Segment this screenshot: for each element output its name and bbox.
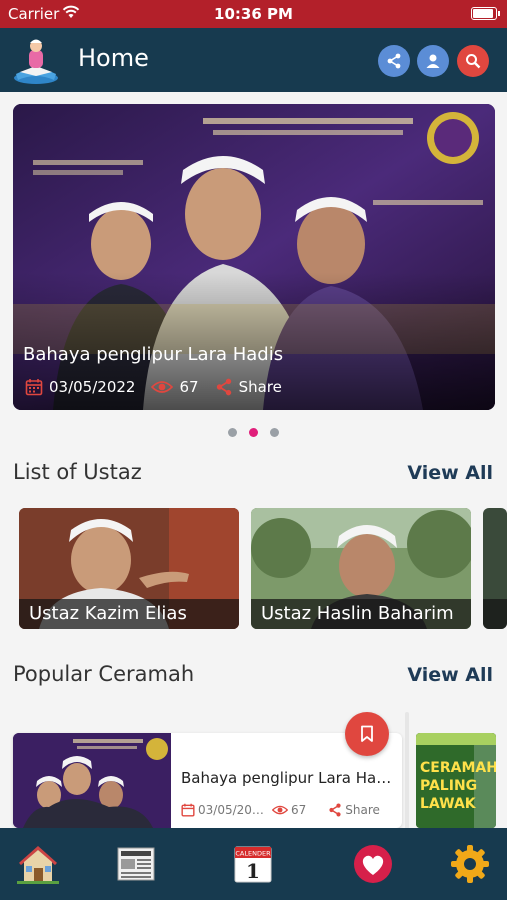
share-icon <box>329 803 341 817</box>
app-logo <box>14 39 58 84</box>
page-title: Home <box>78 44 149 72</box>
gear-icon <box>451 845 489 883</box>
ceramah-thumbnail <box>13 733 171 828</box>
eye-icon <box>272 805 288 815</box>
ustaz-name-peek <box>483 599 507 629</box>
pagination-dot[interactable] <box>270 428 279 437</box>
calendar-icon: CALENDER 1 <box>234 846 272 883</box>
featured-title[interactable]: Bahaya penglipur Lara Hadis <box>23 344 283 365</box>
calendar-label: CALENDER <box>235 850 271 858</box>
featured-views: 67 <box>151 378 199 396</box>
scroll-indicator <box>405 712 409 832</box>
calendar-icon <box>25 379 43 396</box>
tab-favorites[interactable] <box>351 842 395 886</box>
ceramah-view-all-link[interactable]: View All <box>407 664 493 686</box>
ustaz-card-peek[interactable] <box>483 508 507 629</box>
ceramah-card[interactable]: Bahaya penglipur Lara Hadis 03/05/2022 6… <box>13 733 402 828</box>
bookmark-button[interactable] <box>345 712 389 756</box>
heart-icon <box>354 845 392 883</box>
ustaz-card[interactable]: Ustaz Haslin Baharim <box>251 508 471 629</box>
app-header: Home <box>0 28 507 92</box>
featured-meta: 03/05/2022 67 Share <box>25 376 298 398</box>
featured-share-button[interactable]: Share <box>215 378 282 396</box>
search-icon <box>466 54 481 69</box>
ceramah-share-button[interactable]: Share <box>328 803 380 817</box>
share-icon <box>387 53 401 69</box>
pagination-dot[interactable] <box>249 428 258 437</box>
ustaz-section-title: List of Ustaz <box>13 460 142 484</box>
ceramah-views-text: 67 <box>291 803 307 817</box>
tab-home[interactable] <box>16 842 60 886</box>
ceramah-share-label: Share <box>345 803 380 817</box>
ceramah-peek-text: CERAMAH PALING LAWAK <box>420 760 496 812</box>
calendar-day: 1 <box>246 859 260 883</box>
share-button[interactable] <box>378 45 410 77</box>
tab-news[interactable] <box>114 842 158 886</box>
ceramah-card-peek[interactable]: CERAMAH PALING LAWAK <box>416 733 496 828</box>
ustaz-view-all-link[interactable]: View All <box>407 462 493 484</box>
battery-fill <box>473 9 493 18</box>
home-icon <box>17 845 59 884</box>
ustaz-card[interactable]: Ustaz Kazim Elias <box>19 508 239 629</box>
status-time: 10:36 PM <box>214 5 293 23</box>
ustaz-name: Ustaz Haslin Baharim <box>251 599 471 629</box>
profile-button[interactable] <box>417 45 449 77</box>
status-bar: Carrier 10:36 PM <box>0 0 507 28</box>
ceramah-meta: 03/05/2022 67 Share <box>181 803 393 817</box>
featured-views-text: 67 <box>179 378 199 396</box>
bookmark-icon <box>361 725 373 742</box>
featured-share-label: Share <box>238 378 282 396</box>
pagination-dot[interactable] <box>228 428 237 437</box>
featured-date: 03/05/2022 <box>25 378 135 396</box>
ustaz-name: Ustaz Kazim Elias <box>19 599 239 629</box>
share-icon <box>216 378 231 396</box>
featured-slider[interactable]: Bahaya penglipur Lara Hadis 03/05/2022 6… <box>13 104 495 410</box>
tab-settings[interactable] <box>448 842 492 886</box>
ceramah-date-text: 03/05/2022 <box>198 803 264 817</box>
bottom-tab-bar: CALENDER 1 <box>0 828 507 900</box>
calendar-icon <box>181 803 195 817</box>
slider-pagination[interactable] <box>0 428 507 437</box>
tab-calendar[interactable]: CALENDER 1 <box>231 842 275 886</box>
news-icon <box>117 847 155 881</box>
user-icon <box>426 54 440 68</box>
featured-date-text: 03/05/2022 <box>49 378 136 396</box>
ceramah-title: Bahaya penglipur Lara Hadis <box>181 769 393 787</box>
ceramah-views: 67 <box>272 803 306 817</box>
eye-icon <box>151 381 174 393</box>
search-button[interactable] <box>457 45 489 77</box>
ceramah-date: 03/05/2022 <box>181 803 264 817</box>
ceramah-section-title: Popular Ceramah <box>13 662 195 686</box>
battery-icon <box>471 7 500 20</box>
